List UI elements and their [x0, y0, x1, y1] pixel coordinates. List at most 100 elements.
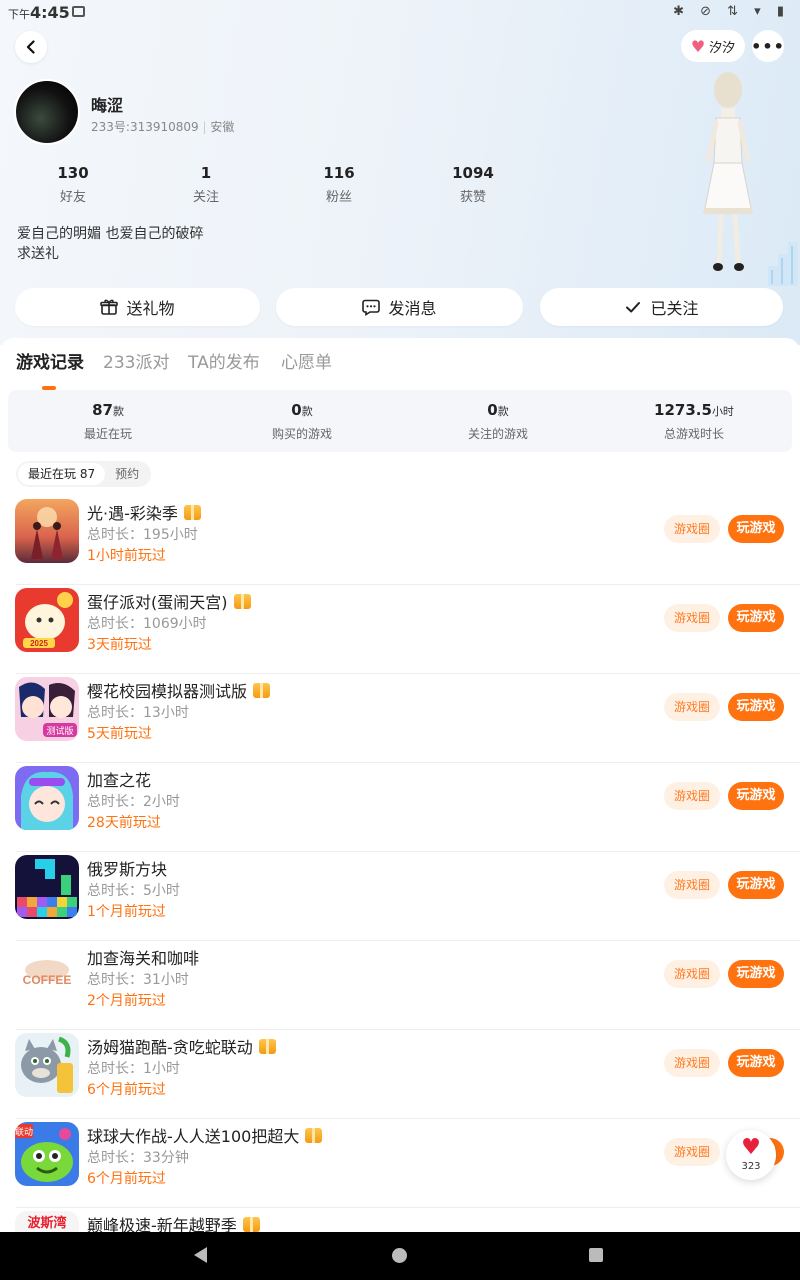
game-row[interactable]: 联动 球球大作战-人人送100把超大 总时长：33分钟 6个月前玩过 游戏圈 玩… — [0, 1119, 800, 1208]
stat-value: 116 — [323, 164, 355, 182]
user-id: 233号:313910809 — [91, 120, 199, 134]
summary-value: 87 — [92, 401, 113, 419]
game-row[interactable]: 加查之花 总时长：2小时 28天前玩过 游戏圈 玩游戏 — [0, 763, 800, 852]
status-icons: ✱ ⊘ ⇅ ▾ ▮ — [673, 4, 790, 19]
game-circle-button[interactable]: 游戏圈 — [664, 782, 720, 810]
tab-233-party[interactable]: 233派对 — [103, 348, 169, 373]
game-row[interactable]: 汤姆猫跑酷-贪吃蛇联动 总时长：1小时 6个月前玩过 游戏圈 玩游戏 — [0, 1030, 800, 1119]
nav-home-icon[interactable] — [392, 1248, 407, 1263]
game-icon-talking-tom — [15, 1033, 79, 1097]
summary-purchased[interactable]: 0款 购买的游戏 — [212, 400, 392, 442]
game-name: 俄罗斯方块 — [87, 856, 167, 880]
game-row[interactable]: 俄罗斯方块 总时长：5小时 1个月前玩过 游戏圈 玩游戏 — [0, 852, 800, 941]
stat-label: 获赞 — [459, 190, 486, 205]
game-circle-button[interactable]: 游戏圈 — [664, 515, 720, 543]
filter-reserve[interactable]: 预约 — [105, 463, 149, 485]
game-last-played: 6个月前玩过 — [87, 1082, 166, 1098]
nav-back-icon[interactable] — [194, 1247, 207, 1263]
game-circle-button[interactable]: 游戏圈 — [664, 693, 720, 721]
heart-icon: ♥ — [690, 36, 706, 56]
stat-fans[interactable]: 116 粉丝 — [284, 164, 394, 205]
game-row[interactable]: 波斯湾 巅峰极速-新年越野季 — [0, 1208, 800, 1232]
summary-unit: 小时 — [711, 405, 734, 418]
send-gift-button[interactable]: 送礼物 — [15, 288, 260, 326]
summary-followed-games[interactable]: 0款 关注的游戏 — [408, 400, 588, 442]
game-circle-button[interactable]: 游戏圈 — [664, 604, 720, 632]
play-game-button[interactable]: 玩游戏 — [728, 960, 784, 988]
icon-coffee-text: COFFEE — [23, 973, 72, 987]
game-name: 汤姆猫跑酷-贪吃蛇联动 — [87, 1034, 276, 1058]
game-name: 加查海关和咖啡 — [87, 945, 199, 969]
game-circle-button[interactable]: 游戏圈 — [664, 1049, 720, 1077]
summary-label: 购买的游戏 — [271, 427, 332, 441]
game-duration: 总时长：2小时 — [87, 794, 180, 810]
game-title: 光·遇-彩染季 — [87, 504, 178, 523]
filter-recent[interactable]: 最近在玩 87 — [18, 463, 106, 485]
game-summary: 87款 最近在玩 0款 购买的游戏 0款 关注的游戏 1273.5小时 总游戏时… — [8, 390, 792, 452]
game-title: 巅峰极速-新年越野季 — [87, 1216, 237, 1232]
send-message-button[interactable]: 发消息 — [276, 288, 523, 326]
stat-friends[interactable]: 130 好友 — [18, 164, 128, 205]
summary-recent[interactable]: 87款 最近在玩 — [18, 400, 198, 442]
nav-recents-icon[interactable] — [589, 1248, 603, 1262]
back-button[interactable] — [15, 31, 47, 63]
game-duration: 总时长：13小时 — [87, 705, 189, 721]
summary-total-time[interactable]: 1273.5小时 总游戏时长 — [604, 400, 784, 442]
game-duration: 总时长：5小时 — [87, 883, 180, 899]
gift-badge-icon — [242, 1216, 260, 1232]
stat-value: 1094 — [452, 164, 494, 182]
game-duration: 总时长：31小时 — [87, 972, 189, 988]
gift-icon — [100, 299, 119, 315]
floating-like-button[interactable]: ♥ 323 — [726, 1130, 776, 1180]
system-nav-bar — [0, 1232, 800, 1280]
game-name: 球球大作战-人人送100把超大 — [87, 1123, 323, 1147]
play-game-button[interactable]: 玩游戏 — [728, 515, 784, 543]
game-last-played: 2个月前玩过 — [87, 993, 166, 1009]
user-bio: 爱自己的明媚 也爱自己的破碎 求送礼 — [17, 224, 203, 264]
game-circle-button[interactable]: 游戏圈 — [664, 871, 720, 899]
play-game-button[interactable]: 玩游戏 — [728, 1049, 784, 1077]
summary-label: 关注的游戏 — [467, 427, 528, 441]
more-icon: ••• — [751, 36, 785, 56]
game-circle-button[interactable]: 游戏圈 — [664, 960, 720, 988]
decoration-stairs — [768, 242, 798, 286]
game-last-played: 3天前玩过 — [87, 637, 152, 653]
game-row[interactable]: 测试版 樱花校园模拟器测试版 总时长：13小时 5天前玩过 游戏圈 玩游戏 — [0, 674, 800, 763]
game-row[interactable]: 2025 蛋仔派对(蛋闹天宫) 总时长：1069小时 3天前玩过 游戏圈 玩游戏 — [0, 585, 800, 674]
send-message-label: 发消息 — [388, 299, 437, 318]
status-bar: 下午4:45 ✱ ⊘ ⇅ ▾ ▮ — [0, 0, 800, 26]
summary-value: 0 — [487, 401, 498, 419]
play-game-button[interactable]: 玩游戏 — [728, 604, 784, 632]
game-duration: 总时长：33分钟 — [87, 1150, 189, 1166]
partner-chip[interactable]: ♥ 汐汐 — [681, 30, 745, 62]
game-duration: 总时长：195小时 — [87, 527, 198, 543]
game-icon-eggy-party: 2025 — [15, 588, 79, 652]
gift-badge-icon — [305, 1127, 323, 1143]
tab-wishlist[interactable]: 心愿单 — [281, 348, 332, 373]
stat-likes[interactable]: 1094 获赞 — [418, 164, 528, 205]
stat-label: 关注 — [192, 190, 219, 205]
summary-label: 总游戏时长 — [663, 427, 724, 441]
summary-unit: 款 — [301, 405, 313, 418]
stat-following[interactable]: 1 关注 — [151, 164, 261, 205]
game-row[interactable]: 光·遇-彩染季 总时长：195小时 1小时前玩过 游戏圈 玩游戏 — [0, 496, 800, 585]
play-game-button[interactable]: 玩游戏 — [728, 871, 784, 899]
avatar[interactable] — [14, 79, 80, 145]
game-name: 加查之花 — [87, 767, 151, 791]
bio-line: 求送礼 — [17, 246, 59, 262]
main-content: 游戏记录 233派对 TA的发布 心愿单 87款 最近在玩 0款 购买的游戏 0… — [0, 338, 800, 1232]
game-row[interactable]: COFFEE 加查海关和咖啡 总时长：31小时 2个月前玩过 游戏圈 玩游戏 — [0, 941, 800, 1030]
bio-line: 爱自己的明媚 也爱自己的破碎 — [17, 226, 204, 242]
tab-posts[interactable]: TA的发布 — [188, 348, 260, 373]
followed-button[interactable]: 已关注 — [540, 288, 783, 326]
tab-game-records[interactable]: 游戏记录 — [16, 348, 84, 373]
more-button[interactable]: ••• — [751, 30, 785, 62]
summary-value: 0 — [291, 401, 302, 419]
play-game-button[interactable]: 玩游戏 — [728, 782, 784, 810]
avatar-3d-figure — [703, 72, 753, 271]
game-filter: 最近在玩 87 预约 — [16, 461, 152, 487]
game-icon-gacha-coffee: COFFEE — [15, 944, 79, 1008]
icon-year-text: 2025 — [30, 639, 48, 648]
play-game-button[interactable]: 玩游戏 — [728, 693, 784, 721]
game-circle-button[interactable]: 游戏圈 — [664, 1138, 720, 1166]
